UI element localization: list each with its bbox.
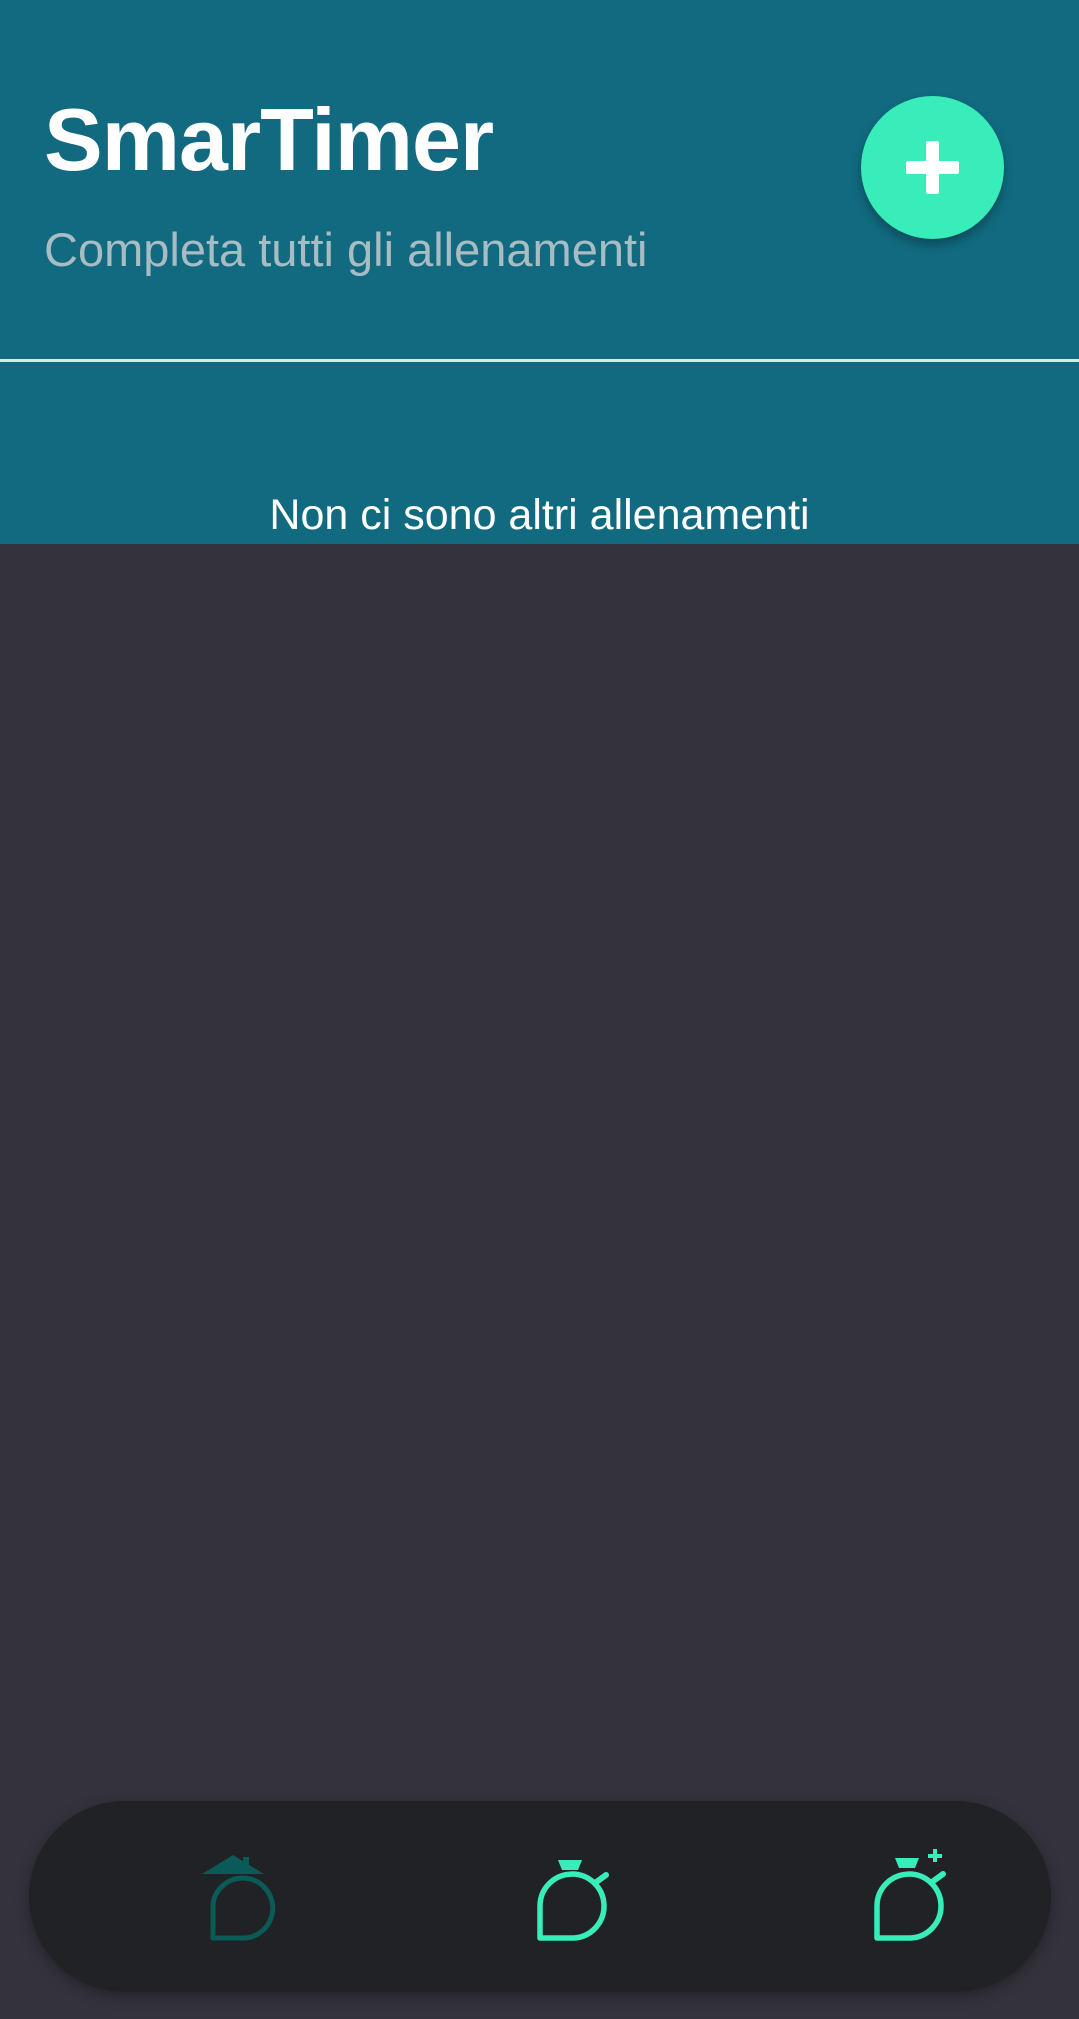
app-title: SmarTimer xyxy=(44,90,494,189)
app-header: SmarTimer Completa tutti gli allenamenti… xyxy=(0,0,1079,544)
header-divider xyxy=(0,359,1079,362)
nav-item-home[interactable] xyxy=(143,1801,323,1992)
stopwatch-icon xyxy=(537,1860,609,1941)
stopwatch-plus-icon xyxy=(874,1849,946,1941)
add-workout-button[interactable] xyxy=(861,96,1004,239)
empty-workouts-message: Non ci sono altri allenamenti xyxy=(269,491,810,539)
home-timer-icon xyxy=(202,1855,276,1941)
nav-item-timer[interactable] xyxy=(480,1801,660,1992)
plus-icon xyxy=(906,141,959,194)
app-subtitle: Completa tutti gli allenamenti xyxy=(44,223,648,276)
nav-item-new-timer[interactable] xyxy=(819,1801,999,1992)
bottom-navigation xyxy=(29,1801,1051,1992)
